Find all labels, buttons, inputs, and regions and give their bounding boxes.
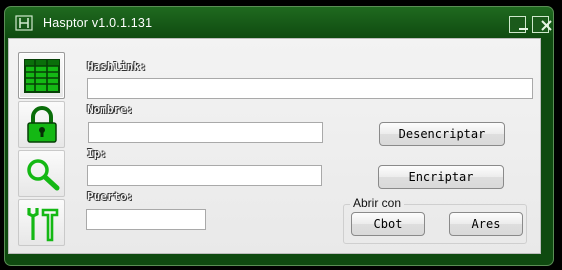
nombre-label: Nombre: [87,103,134,116]
close-icon [541,20,552,31]
app-logo-icon [15,15,33,31]
sidebar-item-tools[interactable] [18,199,65,246]
minimize-icon [519,28,528,30]
puerto-input[interactable] [86,209,206,230]
nombre-input[interactable] [88,122,323,143]
title-bar[interactable]: Hasptor v1.0.1.131 [5,7,553,39]
ares-button[interactable]: Ares [449,212,523,236]
window-title: Hasptor v1.0.1.131 [43,16,153,30]
minimize-button[interactable] [509,16,528,33]
cbot-button[interactable]: Cbot [351,212,425,236]
sidebar-item-lock[interactable] [18,101,65,148]
hashlink-label: Hashlink: [87,60,147,73]
open-with-label: Abrir con [350,196,405,210]
ip-input[interactable] [87,165,322,186]
table-icon [24,59,60,93]
search-icon [27,159,60,191]
sidebar-item-table[interactable] [18,52,65,99]
tools-icon [27,208,59,242]
hashlink-input[interactable] [87,78,533,99]
puerto-label: Puerto: [87,190,134,203]
close-button[interactable] [532,16,552,33]
desencriptar-button[interactable]: Desencriptar [379,122,505,146]
lock-icon [27,106,57,143]
main-panel: Hashlink: Nombre: Ip: Puerto: Desencript… [8,38,541,254]
ip-label: Ip: [87,147,107,160]
encriptar-button[interactable]: Encriptar [378,165,504,189]
sidebar-item-search[interactable] [18,150,65,197]
